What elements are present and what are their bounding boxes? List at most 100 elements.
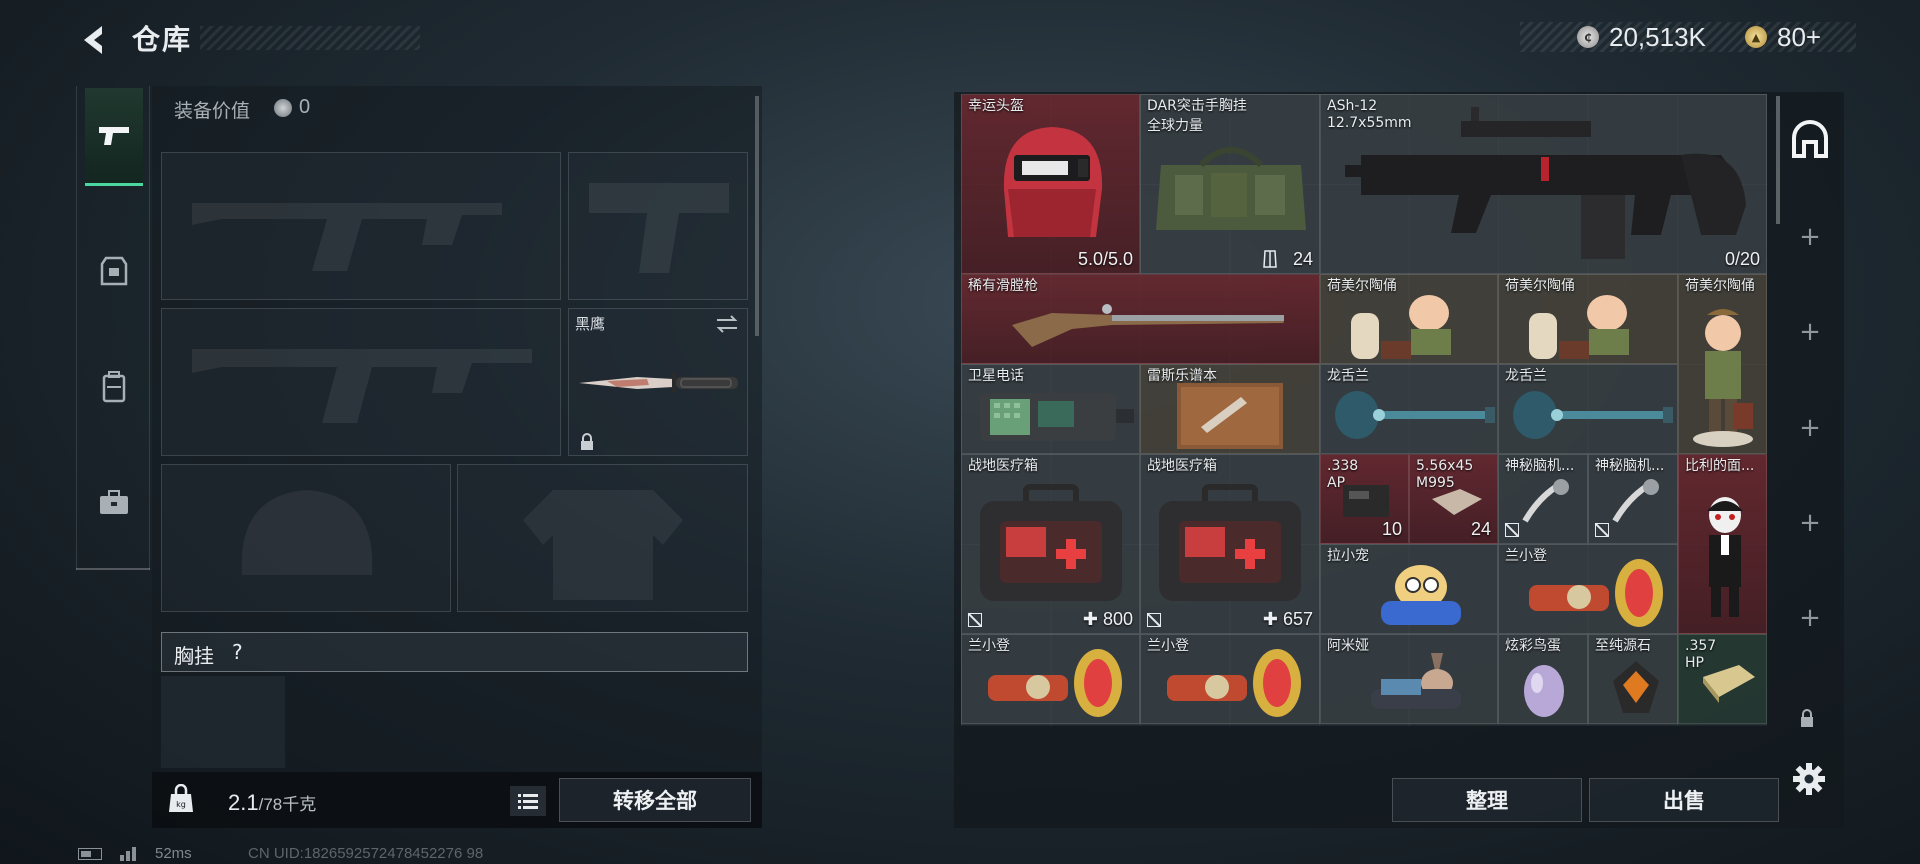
item-lan-xiao-deng-3[interactable]: 兰小登 bbox=[1140, 634, 1320, 724]
phone-icon bbox=[980, 393, 1134, 441]
item-tequila-1[interactable]: 龙舌兰 bbox=[1320, 364, 1498, 454]
ping-value: 52ms bbox=[155, 845, 192, 862]
add-tab-button-5[interactable]: + bbox=[1795, 603, 1825, 633]
item-ammo-556[interactable]: 5.56x45 M995 24 bbox=[1409, 454, 1498, 544]
item-medkit-2[interactable]: 战地医疗箱 ✚ 657 bbox=[1140, 454, 1320, 634]
stash-scrollbar[interactable] bbox=[1776, 96, 1780, 224]
chest-rig-header[interactable] bbox=[161, 632, 748, 672]
stash-home-icon[interactable] bbox=[1790, 120, 1830, 160]
item-music-book[interactable]: 雷斯乐谱本 bbox=[1140, 364, 1320, 454]
item-chest-rig[interactable]: DAR突击手胸挂 全球力量 24 bbox=[1140, 94, 1320, 274]
add-tab-button-4[interactable]: + bbox=[1795, 508, 1825, 538]
ammo-box-icon-3 bbox=[1703, 665, 1755, 703]
swap-icon[interactable] bbox=[715, 315, 739, 333]
item-la-xiao-chong[interactable]: 拉小宠 bbox=[1320, 544, 1498, 634]
amiya-figure-icon bbox=[1371, 653, 1461, 709]
item-brain-machine-2[interactable]: 神秘脑机... bbox=[1588, 454, 1678, 544]
svg-text:kg: kg bbox=[176, 800, 186, 809]
loadout-scrollbar[interactable] bbox=[755, 96, 759, 336]
silver-coin-icon: ₵ bbox=[1577, 26, 1599, 48]
add-tab-button-1[interactable]: + bbox=[1795, 222, 1825, 252]
item-hummel-figurine-3[interactable]: 荷美尔陶俑 bbox=[1678, 274, 1767, 454]
equipment-value: 0 bbox=[299, 96, 311, 118]
brain-device-icon bbox=[1522, 479, 1569, 523]
melee-name: 黑鹰 bbox=[575, 315, 606, 333]
back-arrow-icon[interactable] bbox=[76, 22, 112, 58]
settings-gear-icon[interactable] bbox=[1792, 762, 1826, 796]
help-icon[interactable]: ? bbox=[232, 640, 243, 664]
item-helmet[interactable]: 幸运头盔 5.0/5.0 bbox=[961, 94, 1140, 274]
nav-medkit[interactable] bbox=[85, 454, 143, 552]
helmet-slot[interactable] bbox=[161, 464, 451, 612]
tequila-icon bbox=[1335, 391, 1495, 439]
chest-rig-icon bbox=[1156, 147, 1306, 230]
item-colorful-egg[interactable]: 炫彩鸟蛋 bbox=[1498, 634, 1588, 724]
item-hummel-figurine-1[interactable]: 荷美尔陶俑 bbox=[1320, 274, 1498, 364]
lantern-toy-icon bbox=[1529, 559, 1663, 627]
egg-icon bbox=[1524, 665, 1564, 717]
item-medkit-1[interactable]: 战地医疗箱 ✚ 800 bbox=[961, 454, 1140, 634]
item-lan-xiao-deng-1[interactable]: 兰小登 bbox=[1498, 544, 1678, 634]
rifle-silhouette-icon bbox=[192, 203, 502, 271]
armor-vest-icon bbox=[100, 256, 128, 286]
no-trade-icon-2 bbox=[1147, 613, 1161, 627]
toy-figure-icon bbox=[1381, 565, 1461, 625]
pistol-icon bbox=[99, 126, 129, 145]
book-icon bbox=[1177, 383, 1283, 449]
item-hummel-figurine-2[interactable]: 荷美尔陶俑 bbox=[1498, 274, 1678, 364]
ammo-box-icon bbox=[1343, 485, 1389, 517]
item-satellite-phone[interactable]: 卫星电话 bbox=[961, 364, 1140, 454]
heal-plus-icon-2: ✚ bbox=[1262, 609, 1283, 629]
primary-weapon-slot[interactable] bbox=[161, 152, 561, 300]
nav-backpack[interactable] bbox=[85, 338, 143, 436]
nav-armor[interactable] bbox=[85, 222, 143, 320]
sell-button[interactable]: 出售 bbox=[1589, 778, 1779, 822]
puppet-icon bbox=[1707, 497, 1743, 617]
gold-amount[interactable]: 80+ bbox=[1777, 22, 1821, 53]
melee-slot[interactable]: 黑鹰 bbox=[568, 308, 748, 456]
transfer-all-button[interactable]: 转移全部 bbox=[559, 778, 751, 822]
no-trade-icon-3 bbox=[1505, 523, 1519, 537]
nav-divider bbox=[76, 568, 150, 570]
helmet-silhouette-icon bbox=[241, 490, 373, 575]
item-lan-xiao-deng-2[interactable]: 兰小登 bbox=[961, 634, 1140, 724]
figurine-icon-3 bbox=[1693, 309, 1753, 447]
item-ammo-338[interactable]: .338 AP 10 bbox=[1320, 454, 1409, 544]
vest-capacity-icon bbox=[1263, 250, 1277, 268]
armor-slot[interactable] bbox=[457, 464, 748, 612]
value-coin-icon bbox=[274, 99, 292, 117]
sort-button[interactable]: 整理 bbox=[1392, 778, 1582, 822]
list-view-button[interactable] bbox=[510, 786, 546, 816]
item-pure-originium[interactable]: 至纯源石 bbox=[1588, 634, 1678, 724]
figurine-icon-2 bbox=[1529, 295, 1629, 359]
secondary-weapon-slot[interactable] bbox=[568, 152, 748, 300]
knife-icon bbox=[579, 373, 738, 393]
medkit-icon-2 bbox=[1159, 484, 1301, 601]
brain-device-icon-2 bbox=[1612, 479, 1659, 523]
chest-rig-label: 胸挂 bbox=[174, 644, 214, 668]
item-brain-machine-1[interactable]: 神秘脑机... bbox=[1498, 454, 1588, 544]
page-title: 仓库 bbox=[132, 23, 193, 56]
nav-weapons[interactable] bbox=[85, 88, 143, 186]
item-billy-mask[interactable]: 比利的面... bbox=[1678, 454, 1767, 634]
uid-text: CN UID:1826592572478452276 98 bbox=[248, 845, 484, 862]
add-tab-button-3[interactable]: + bbox=[1795, 413, 1825, 443]
item-ammo-357[interactable]: .357 HP bbox=[1678, 634, 1767, 724]
armor-silhouette-icon bbox=[523, 490, 683, 600]
lock-icon bbox=[581, 433, 593, 450]
no-trade-icon-4 bbox=[1595, 523, 1609, 537]
briefcase-icon bbox=[100, 490, 128, 514]
item-tequila-2[interactable]: 龙舌兰 bbox=[1498, 364, 1678, 454]
chest-rig-slot[interactable] bbox=[161, 676, 285, 768]
heal-plus-icon: ✚ bbox=[1082, 609, 1103, 629]
item-amiya[interactable]: 阿米娅 bbox=[1320, 634, 1498, 724]
item-rare-musket[interactable]: 稀有滑膛枪 bbox=[961, 274, 1320, 364]
equipment-category-nav bbox=[76, 86, 150, 570]
helmet-icon bbox=[1003, 127, 1103, 237]
add-tab-button-2[interactable]: + bbox=[1795, 317, 1825, 347]
title-decoration bbox=[200, 26, 420, 50]
rifle-silhouette-icon-2 bbox=[192, 349, 532, 423]
tertiary-weapon-slot[interactable] bbox=[161, 308, 561, 456]
weight-icon: kg bbox=[169, 784, 193, 812]
item-ash12-rifle[interactable]: ASh-12 12.7x55mm 0/20 bbox=[1320, 94, 1767, 274]
